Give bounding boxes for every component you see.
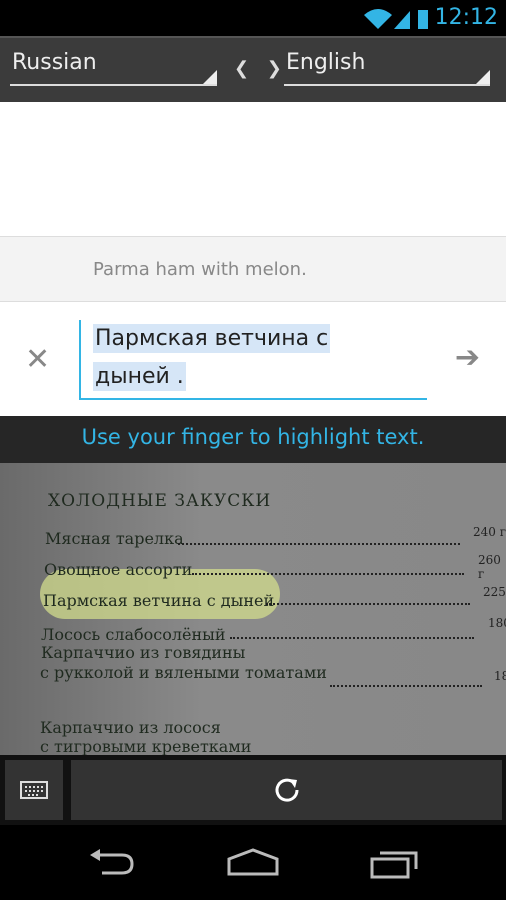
back-icon[interactable] bbox=[88, 847, 136, 877]
menu-price: 225 bbox=[483, 585, 506, 599]
refresh-icon bbox=[275, 778, 299, 802]
clear-icon[interactable]: ✕ bbox=[25, 342, 50, 377]
dot-leader bbox=[178, 543, 460, 545]
status-icons bbox=[364, 9, 428, 29]
dot-leader bbox=[192, 573, 464, 575]
battery-charging-icon bbox=[418, 10, 428, 29]
recent-apps-icon[interactable] bbox=[370, 847, 420, 879]
menu-price: 18 bbox=[494, 669, 506, 683]
camera-controls bbox=[0, 755, 506, 825]
menu-price: 240 г bbox=[473, 525, 506, 539]
source-language-label: Russian bbox=[12, 50, 97, 75]
menu-price: 180 bbox=[488, 616, 506, 630]
menu-item: Мясная тарелка bbox=[45, 529, 184, 548]
navigation-bar bbox=[0, 825, 506, 900]
target-language-label: English bbox=[286, 50, 366, 75]
menu-item: Пармская ветчина с дыней bbox=[43, 591, 275, 610]
wifi-icon bbox=[364, 9, 392, 29]
dot-leader bbox=[266, 603, 470, 605]
dot-leader bbox=[230, 637, 474, 639]
target-language-spinner[interactable]: English bbox=[284, 50, 490, 86]
menu-heading: ХОЛОДНЫЕ ЗАКУСКИ bbox=[48, 491, 272, 511]
dropdown-triangle-icon bbox=[203, 70, 217, 84]
dot-leader bbox=[330, 685, 482, 687]
menu-item: Карпаччио из говядины bbox=[41, 643, 246, 662]
source-language-spinner[interactable]: Russian bbox=[10, 50, 217, 86]
menu-price: 260 г bbox=[478, 553, 501, 581]
clock: 12:12 bbox=[434, 5, 498, 30]
menu-item: с тигровыми креветками bbox=[40, 737, 252, 755]
camera-preview[interactable]: ХОЛОДНЫЕ ЗАКУСКИ Мясная тарелка 240 г Ов… bbox=[0, 463, 506, 755]
menu-item: Лосось слабосолёный bbox=[41, 625, 226, 644]
input-row: ✕ Пармская ветчина с дыней . ➔ bbox=[0, 302, 506, 416]
dropdown-triangle-icon bbox=[476, 70, 490, 84]
menu-item: Карпаччио из лосося bbox=[40, 718, 221, 737]
arrow-right-icon[interactable]: ➔ bbox=[455, 340, 480, 375]
translation-result[interactable]: Parma ham with melon. bbox=[0, 236, 506, 302]
status-bar: 12:12 bbox=[0, 0, 506, 36]
result-area bbox=[0, 102, 506, 236]
keyboard-icon bbox=[20, 781, 48, 799]
refresh-button[interactable] bbox=[71, 760, 502, 820]
input-line-1: Пармская ветчина с bbox=[93, 324, 331, 353]
input-line-2: дыней . bbox=[93, 362, 186, 391]
source-text-input[interactable]: Пармская ветчина с дыней . bbox=[79, 320, 427, 400]
home-icon[interactable] bbox=[226, 847, 280, 877]
language-bar: Russian ❮ ❯ English bbox=[0, 36, 506, 102]
keyboard-button[interactable] bbox=[5, 760, 63, 820]
menu-item: Овощное ассорти bbox=[44, 560, 193, 579]
menu-item: с рукколой и вялеными томатами bbox=[40, 663, 327, 682]
swap-languages-button[interactable]: ❮ ❯ bbox=[234, 58, 288, 79]
signal-icon bbox=[394, 11, 410, 29]
highlight-hint: Use your finger to highlight text. bbox=[0, 416, 506, 463]
